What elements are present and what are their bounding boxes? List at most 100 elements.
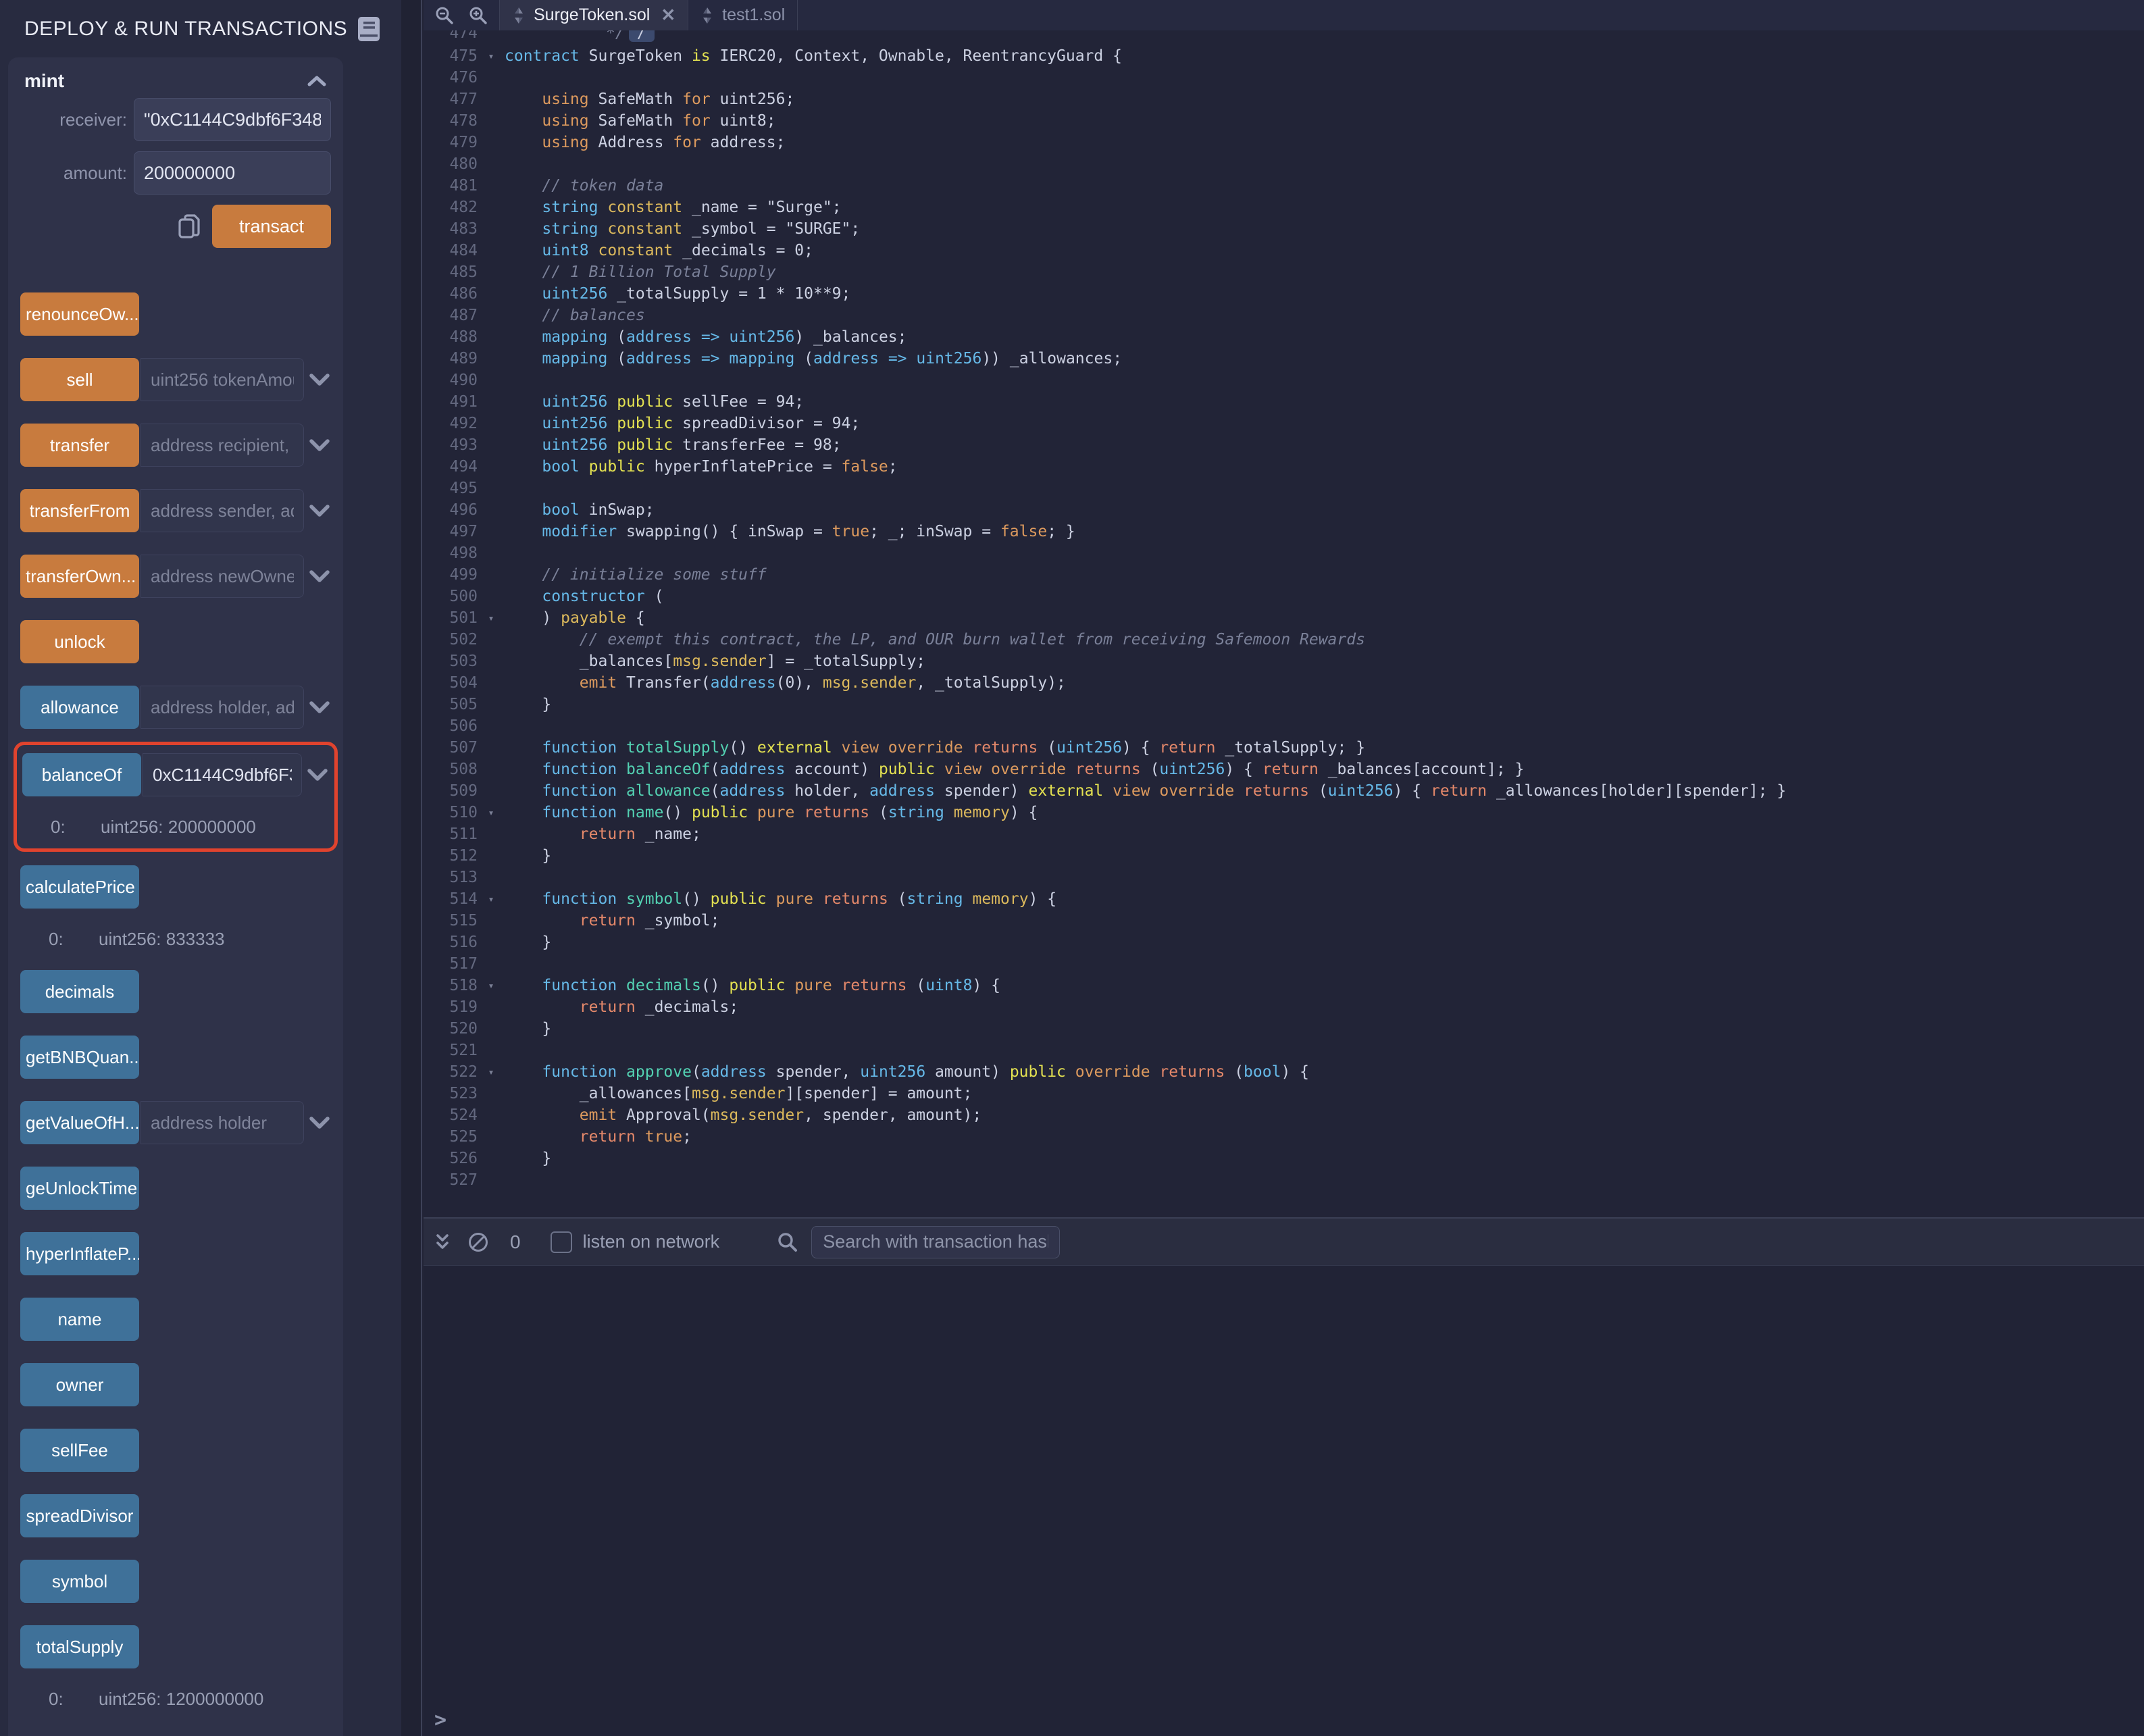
transferFrom-button[interactable]: transferFrom (20, 489, 139, 532)
fold-arrow-icon[interactable]: ▾ (478, 975, 505, 996)
line-number[interactable]: 519 (424, 996, 478, 1018)
mint-section-header[interactable]: mint (20, 64, 331, 98)
line-number[interactable]: 483 (424, 218, 478, 240)
line-number[interactable]: 475 (424, 45, 478, 67)
line-number[interactable]: 496 (424, 499, 478, 521)
chevron-down-icon[interactable] (306, 767, 329, 782)
line-number[interactable]: 493 (424, 434, 478, 456)
decimals-button[interactable]: decimals (20, 970, 139, 1013)
sell-param-input[interactable] (141, 358, 304, 401)
renounceOw-button[interactable]: renounceOw... (20, 292, 139, 336)
code-editor[interactable]: 474 *// 475▾contract SurgeToken is IERC2… (424, 30, 2144, 1217)
close-icon[interactable]: ✕ (661, 5, 675, 26)
unlock-button[interactable]: unlock (20, 620, 139, 663)
transfer-button[interactable]: transfer (20, 424, 139, 467)
line-number[interactable]: 490 (424, 369, 478, 391)
line-number[interactable]: 525 (424, 1126, 478, 1148)
transferFrom-param-input[interactable] (141, 489, 304, 532)
line-number[interactable]: 476 (424, 67, 478, 88)
line-number[interactable]: 521 (424, 1040, 478, 1061)
calculatePrice-button[interactable]: calculatePrice (20, 865, 139, 909)
hyperInflateP-button[interactable]: hyperInflateP... (20, 1232, 139, 1275)
transfer-param-input[interactable] (141, 424, 304, 467)
line-number[interactable]: 502 (424, 629, 478, 650)
name-button[interactable]: name (20, 1298, 139, 1341)
line-number[interactable]: 522 (424, 1061, 478, 1083)
chevron-down-icon[interactable] (308, 372, 331, 387)
expand-terminal-icon[interactable] (433, 1231, 452, 1253)
chevron-down-icon[interactable] (308, 503, 331, 518)
line-number[interactable]: 498 (424, 542, 478, 564)
chevron-down-icon[interactable] (308, 700, 331, 715)
line-number[interactable]: 511 (424, 823, 478, 845)
line-number[interactable]: 489 (424, 348, 478, 369)
listen-on-network-checkbox[interactable] (551, 1231, 572, 1253)
line-number[interactable]: 518 (424, 975, 478, 996)
line-number[interactable]: 515 (424, 910, 478, 931)
line-number[interactable]: 477 (424, 88, 478, 110)
line-number[interactable]: 507 (424, 737, 478, 759)
allowance-param-input[interactable] (141, 686, 304, 729)
line-number[interactable]: 495 (424, 478, 478, 499)
line-number[interactable]: 520 (424, 1018, 478, 1040)
line-number[interactable]: 492 (424, 413, 478, 434)
line-number[interactable]: 526 (424, 1148, 478, 1169)
tab-test1-sol[interactable]: test1.sol (688, 0, 798, 30)
line-number[interactable]: 486 (424, 283, 478, 305)
getValueOfH-button[interactable]: getValueOfH... (20, 1101, 139, 1144)
line-number[interactable]: 494 (424, 456, 478, 478)
line-number[interactable]: 509 (424, 780, 478, 802)
line-number[interactable]: 485 (424, 261, 478, 283)
line-number[interactable]: 488 (424, 326, 478, 348)
copy-icon[interactable] (177, 213, 201, 240)
line-number[interactable]: 517 (424, 953, 478, 975)
transferOwn-button[interactable]: transferOwn... (20, 555, 139, 598)
tab-surgetoken-sol[interactable]: SurgeToken.sol ✕ (500, 0, 688, 30)
getValueOfH-param-input[interactable] (141, 1101, 304, 1144)
fold-arrow-icon[interactable]: ▾ (478, 888, 505, 910)
line-number[interactable]: 478 (424, 110, 478, 132)
transact-button[interactable]: transact (212, 205, 331, 248)
line-number[interactable]: 516 (424, 931, 478, 953)
line-number[interactable]: 482 (424, 197, 478, 218)
documentation-book-icon[interactable] (354, 16, 384, 43)
getBNBQuan-button[interactable]: getBNBQuan... (20, 1036, 139, 1079)
line-number[interactable]: 527 (424, 1169, 478, 1191)
fold-arrow-icon[interactable]: ▾ (478, 802, 505, 823)
line-number[interactable]: 479 (424, 132, 478, 153)
line-number[interactable]: 513 (424, 867, 478, 888)
owner-button[interactable]: owner (20, 1363, 139, 1406)
balanceOf-param-input[interactable] (143, 753, 302, 796)
terminal-output[interactable]: > (424, 1267, 2144, 1736)
chevron-down-icon[interactable] (308, 1115, 331, 1130)
symbol-button[interactable]: symbol (20, 1560, 139, 1603)
terminal-prompt[interactable]: > (434, 1708, 446, 1732)
line-number[interactable]: 481 (424, 175, 478, 197)
geUnlockTime-button[interactable]: geUnlockTime (20, 1167, 139, 1210)
line-number[interactable]: 503 (424, 650, 478, 672)
line-number[interactable]: 508 (424, 759, 478, 780)
line-number[interactable]: 500 (424, 586, 478, 607)
line-number[interactable]: 484 (424, 240, 478, 261)
line-number[interactable]: 506 (424, 715, 478, 737)
chevron-down-icon[interactable] (308, 438, 331, 453)
line-number[interactable]: 524 (424, 1104, 478, 1126)
receiver-input[interactable] (134, 98, 331, 141)
fold-arrow-icon[interactable]: ▾ (478, 45, 505, 67)
chevron-up-icon[interactable] (307, 75, 327, 87)
line-number[interactable]: 487 (424, 305, 478, 326)
line-number[interactable]: 505 (424, 694, 478, 715)
fold-arrow-icon[interactable]: ▾ (478, 607, 505, 629)
line-number[interactable]: 491 (424, 391, 478, 413)
line-number[interactable]: 501 (424, 607, 478, 629)
balanceOf-button[interactable]: balanceOf (22, 753, 141, 796)
line-number[interactable]: 523 (424, 1083, 478, 1104)
totalSupply-button[interactable]: totalSupply (20, 1625, 139, 1668)
transferOwn-param-input[interactable] (141, 555, 304, 598)
clear-console-icon[interactable] (467, 1231, 490, 1254)
spreadDivisor-button[interactable]: spreadDivisor (20, 1494, 139, 1537)
fold-arrow-icon[interactable]: ▾ (478, 1061, 505, 1083)
line-number[interactable]: 512 (424, 845, 478, 867)
line-number[interactable]: 497 (424, 521, 478, 542)
allowance-button[interactable]: allowance (20, 686, 139, 729)
